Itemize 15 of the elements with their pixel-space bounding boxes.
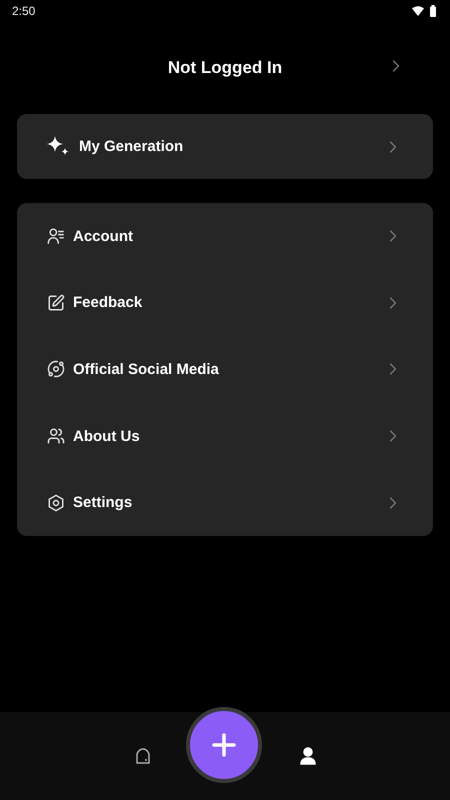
menu-item[interactable]: Settings xyxy=(17,469,433,536)
menu-item[interactable]: About Us xyxy=(17,402,433,470)
planet-icon xyxy=(47,360,65,378)
menu-item[interactable]: Feedback xyxy=(17,270,433,336)
edit-icon xyxy=(47,294,65,312)
users-icon xyxy=(47,427,65,446)
menu-item[interactable]: Official Social Media xyxy=(17,336,433,403)
battery-icon xyxy=(430,5,436,17)
user-list-icon xyxy=(47,227,65,246)
menu-item[interactable]: Account xyxy=(17,203,433,270)
login-status-title[interactable]: Not Logged In xyxy=(168,58,282,78)
menu-item[interactable]: My Generation xyxy=(17,114,433,179)
wifi-icon xyxy=(412,6,424,16)
settings-icon xyxy=(47,494,65,512)
status-time: 2:50 xyxy=(12,4,36,18)
